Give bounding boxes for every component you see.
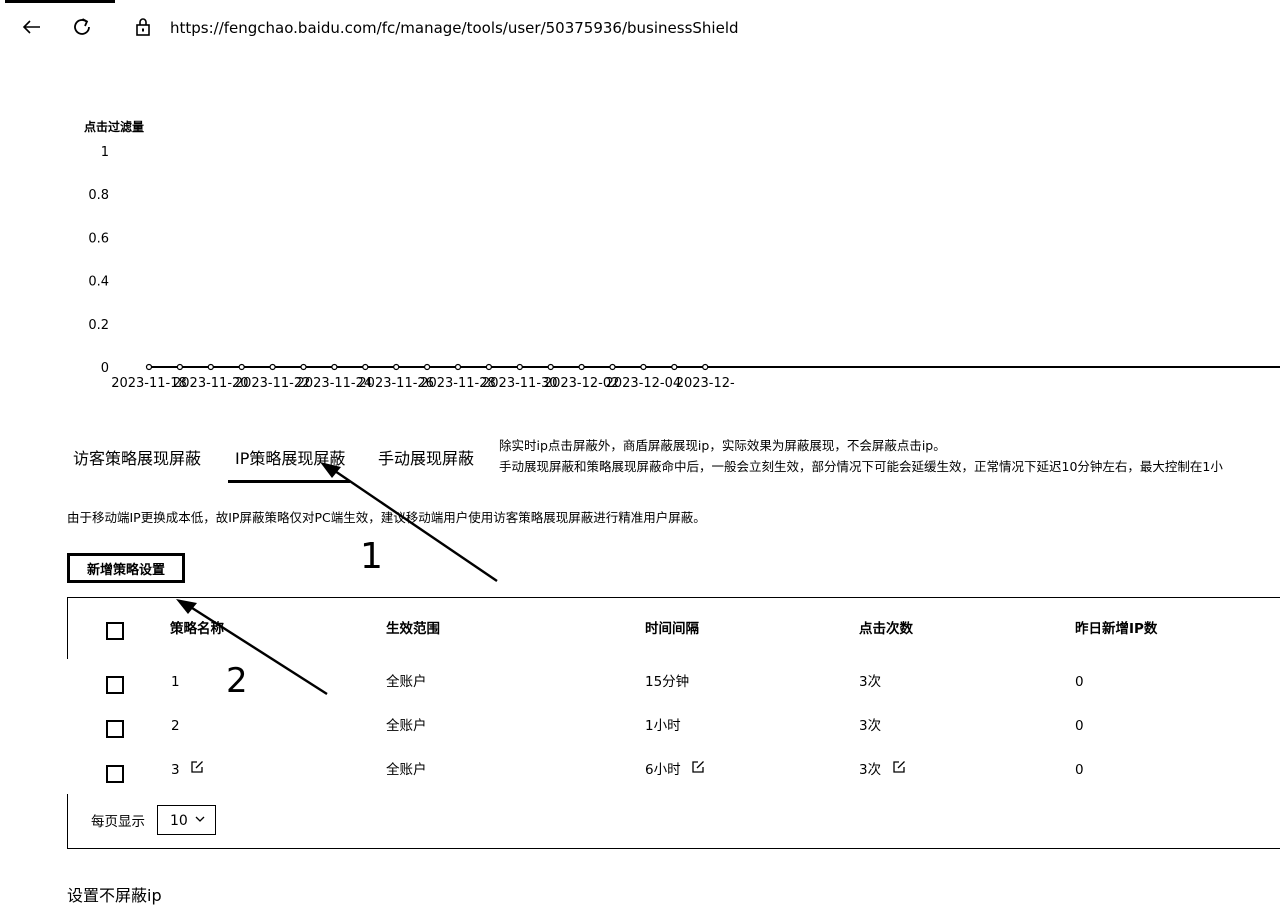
data-point [424,363,431,371]
row-clicks: 3次 [859,674,882,690]
active-tab-indicator [228,480,350,483]
data-point [238,363,245,371]
info-line-2: 手动展现屏蔽和策略展现屏蔽命中后，一般会立刻生效，部分情况下可能会延缓生效，正常… [499,459,1223,474]
data-point [609,363,616,371]
row-checkbox[interactable] [106,720,124,738]
page-size-label: 每页显示 [91,814,145,830]
browser-toolbar: https://fengchao.baidu.com/fc/manage/too… [0,0,1280,58]
annotation-arrowhead-2 [176,599,197,614]
annotation-label-1: 1 [360,536,383,577]
y-tick-label: 0.4 [88,275,109,290]
x-tick-label: 2023-12-04 [606,376,682,391]
data-point [176,363,183,371]
data-point [300,363,307,371]
row-scope: 全账户 [386,718,427,734]
header-new-ips: 昨日新增IP数 [1075,621,1158,637]
row-checkbox[interactable] [106,765,124,783]
data-point [207,363,214,371]
info-line-1: 除实时ip点击屏蔽外，商盾屏蔽展现ip，实际效果为屏蔽展现，不会屏蔽点击ip。 [499,438,946,453]
row-strategy-name: 1 [171,674,180,690]
add-strategy-button[interactable]: 新增策略设置 [67,553,185,583]
edit-clicks-icon[interactable] [892,760,906,774]
y-tick-label: 0.8 [88,188,109,203]
header-scope: 生效范围 [386,621,440,637]
data-point [362,363,369,371]
header-interval: 时间间隔 [645,621,699,637]
table-border-top [67,597,1280,598]
lock-icon [136,18,150,36]
header-strategy-name[interactable]: 策略名称 [170,619,224,639]
data-point [454,363,462,371]
annotation-label-2: 2 [226,661,248,701]
row-clicks: 3次 [859,718,882,734]
data-point [393,363,400,371]
chevron-down-icon [195,816,205,822]
row-new-ips: 0 [1075,762,1084,778]
data-point [640,363,647,371]
tab-edge [5,0,115,3]
row-interval: 15分钟 [645,674,690,690]
page-size-value: 10 [170,813,188,829]
header-clicks: 点击次数 [859,621,913,637]
select-all-checkbox[interactable] [106,622,124,640]
y-tick-label: 0.6 [88,231,109,246]
table-border-bottom [67,848,1280,849]
row-interval: 6小时 [645,762,681,778]
row-new-ips: 0 [1075,674,1084,690]
back-arrow-icon[interactable] [18,13,46,41]
row-scope: 全账户 [386,762,427,778]
y-tick-label: 0 [101,361,109,376]
data-point [485,363,492,371]
data-point [547,363,554,371]
data-point [578,363,585,371]
data-point [145,363,153,371]
row-interval: 1小时 [645,718,681,734]
section-title-no-shield-ip: 设置不屏蔽ip [67,886,162,905]
table-border-left [67,597,68,659]
row-checkbox[interactable] [106,676,124,694]
chart-title: 点击过滤量 [84,119,144,134]
tab-ip-strategy[interactable]: IP策略展现屏蔽 [235,447,345,471]
data-point [702,363,709,371]
edit-interval-icon[interactable] [691,760,705,774]
data-point [516,363,523,371]
edit-name-icon[interactable] [190,760,204,774]
row-strategy-name: 3 [171,762,180,778]
page-size-select[interactable]: 10 [157,805,216,835]
y-tick-label: 1 [101,145,109,160]
tab-visitor-strategy[interactable]: 访客策略展现屏蔽 [73,447,201,471]
refresh-icon[interactable] [68,13,96,41]
mobile-note: 由于移动端IP更换成本低，故IP屏蔽策略仅对PC端生效，建议移动端用户使用访客策… [67,510,706,525]
row-strategy-name: 2 [171,718,180,734]
chart-svg: 点击过滤量10.80.60.40.202023-11-182023-11-202… [84,119,1280,391]
row-clicks: 3次 [859,762,882,778]
row-scope: 全账户 [386,674,427,690]
data-point [269,363,276,371]
tab-manual-shield[interactable]: 手动展现屏蔽 [378,447,474,471]
x-tick-label: 2023-12- [676,376,735,391]
table-border-left-lower [67,794,68,849]
row-new-ips: 0 [1075,718,1084,734]
click-filter-chart: 点击过滤量 1 0.8 0.6 0.4 0.2 0 2023-11-18 2023-11-20 2… [0,110,1280,400]
data-point [331,363,338,371]
address-bar[interactable]: https://fengchao.baidu.com/fc/manage/too… [170,18,739,38]
y-tick-label: 0.2 [88,318,109,333]
data-point [671,363,678,371]
